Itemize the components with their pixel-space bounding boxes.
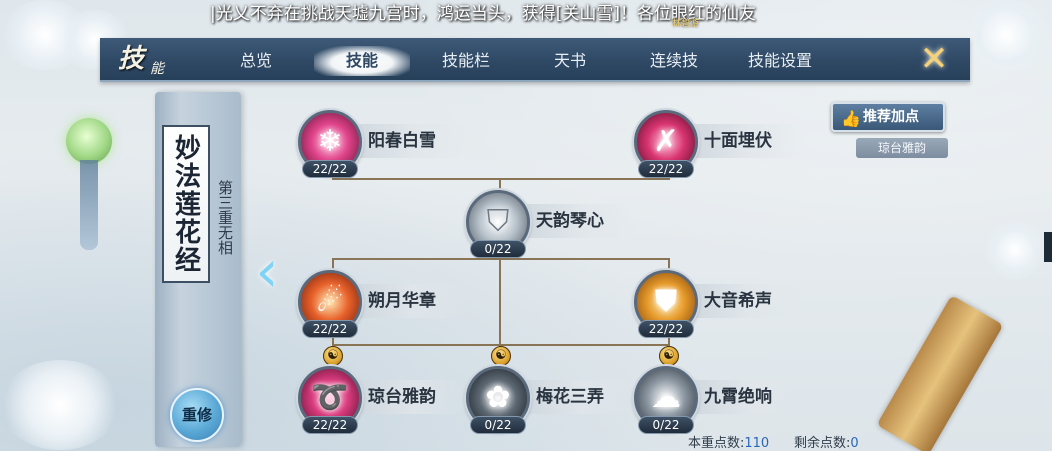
points-summary: 本重点数:110 剩余点数:0 — [688, 432, 859, 451]
announcement-name-tag: 林碧游 — [672, 19, 700, 29]
recommend-build-name[interactable]: 琼台雅韵 — [856, 138, 948, 158]
unlock-badge-icon: ☯ — [491, 346, 511, 366]
recommend-points-button[interactable]: 👍 推荐加点 — [831, 102, 945, 132]
tab-heavenly-book[interactable]: 天书 — [522, 46, 618, 76]
skill-level: 0/22 — [638, 416, 694, 434]
skill-name: 十面埋伏 — [704, 131, 772, 151]
remaining-points-label: 剩余点数: — [794, 436, 851, 451]
window-title-small: 能 — [150, 61, 164, 77]
skill-node[interactable]: ☄ 朔月华章 22/22 — [298, 270, 478, 342]
skill-level: 22/22 — [302, 320, 358, 338]
scroll-decoration — [876, 295, 1004, 451]
skill-name: 琼台雅韵 — [368, 387, 436, 407]
skill-name: 梅花三弄 — [536, 387, 604, 407]
skill-level: 0/22 — [470, 416, 526, 434]
blossom-decoration — [960, 0, 1052, 70]
unlock-badge-icon: ☯ — [323, 346, 343, 366]
skill-level: 0/22 — [470, 240, 526, 258]
blossom-decoration — [985, 220, 1045, 280]
skill-node[interactable]: ➰ 琼台雅韵 22/22 — [298, 366, 478, 438]
tassel-decoration — [80, 160, 98, 250]
skill-level: 22/22 — [638, 160, 694, 178]
remaining-points-value: 0 — [850, 436, 859, 451]
tab-bar: 技 能 总览 技能 技能栏 天书 连续技 技能设置 ✕ — [100, 38, 970, 82]
tab-overview[interactable]: 总览 — [208, 46, 304, 76]
current-points-label: 本重点数: — [688, 436, 745, 451]
skill-node[interactable]: ☁ 九霄绝响 0/22 — [634, 366, 814, 438]
skill-node[interactable]: ⛉ 天韵琴心 0/22 — [466, 190, 646, 262]
current-points-value: 110 — [744, 436, 770, 451]
skill-name: 朔月华章 — [368, 291, 436, 311]
unlock-badge-icon: ☯ — [659, 346, 679, 366]
tab-skill-bar[interactable]: 技能栏 — [418, 46, 514, 76]
close-icon[interactable]: ✕ — [918, 42, 950, 76]
side-handle[interactable] — [1044, 232, 1052, 262]
announcement-marquee: |光乂不弃在挑战天墟九宫时，鸿运当头，获得[关山雪]！各位眼红的仙友 — [210, 4, 756, 24]
skill-book-tier: 第三重无相 — [216, 180, 234, 255]
window-title: 技 — [118, 44, 145, 74]
skill-window: |光乂不弃在挑战天墟九宫时，鸿运当头，获得[关山雪]！各位眼红的仙友 林碧游 技… — [0, 0, 1052, 451]
skill-node[interactable]: ✿ 梅花三弄 0/22 — [466, 366, 646, 438]
tab-combo[interactable]: 连续技 — [626, 46, 722, 76]
skill-name: 天韵琴心 — [536, 211, 604, 231]
skill-level: 22/22 — [302, 160, 358, 178]
skill-node[interactable]: ⛊ 大音希声 22/22 — [634, 270, 814, 342]
thumbs-up-icon: 👍 — [841, 109, 861, 128]
skill-name: 大音希声 — [704, 291, 772, 311]
blossom-decoration — [0, 360, 120, 450]
chevron-left-icon[interactable]: ‹ — [250, 242, 284, 301]
reset-button[interactable]: 重修 — [170, 388, 224, 442]
skill-name: 阳春白雪 — [368, 131, 436, 151]
skill-name: 九霄绝响 — [704, 387, 772, 407]
tab-skills[interactable]: 技能 — [314, 46, 410, 76]
skill-level: 22/22 — [302, 416, 358, 434]
skill-level: 22/22 — [638, 320, 694, 338]
recommend-points-label: 推荐加点 — [863, 109, 919, 125]
skill-node[interactable]: ❄ 阳春白雪 22/22 — [298, 110, 478, 182]
jade-pendant-icon — [66, 118, 112, 164]
skill-book-title: 妙法莲花经 — [162, 125, 210, 283]
skill-node[interactable]: ✗ 十面埋伏 22/22 — [634, 110, 814, 182]
tab-skill-settings[interactable]: 技能设置 — [732, 46, 828, 76]
